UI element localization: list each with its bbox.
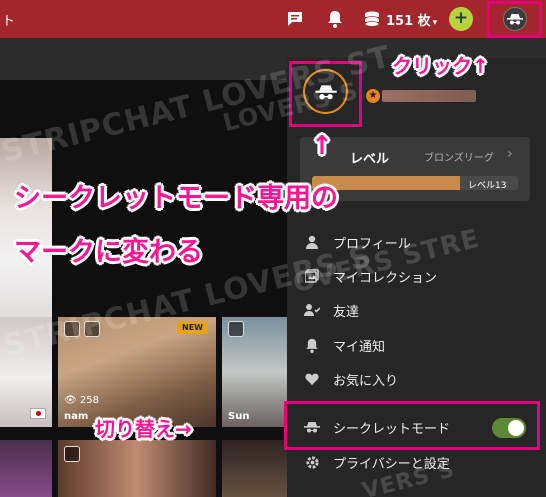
- menu-item-label: マイ通知: [333, 339, 386, 355]
- chevron-right-icon: ›: [507, 146, 513, 162]
- token-balance[interactable]: 151 枚 ▾: [386, 10, 437, 29]
- viewer-count: 👁 258: [64, 395, 99, 406]
- gear-icon: [303, 453, 321, 471]
- stream-thumbnail[interactable]: [0, 440, 52, 497]
- annotation-arrow-up: ↑: [311, 131, 333, 161]
- chat-icon[interactable]: [285, 9, 305, 29]
- level-label: レベル: [350, 152, 390, 167]
- user-icon: [303, 233, 321, 251]
- hd-icon: [228, 321, 244, 337]
- annotation-mark-line1: シークレットモード専用の: [14, 183, 338, 214]
- bell-icon[interactable]: [325, 9, 345, 29]
- model-name: Sun: [228, 411, 250, 422]
- hd-icon: [64, 446, 80, 462]
- menu-item-favorites[interactable]: お気に入り: [303, 367, 398, 391]
- coins-icon: [362, 9, 382, 29]
- new-badge: NEW: [177, 321, 208, 334]
- menu-item-notifications[interactable]: マイ通知: [303, 333, 385, 357]
- stream-thumbnail[interactable]: [222, 440, 287, 497]
- username-blurred: [382, 90, 476, 102]
- chevron-down-icon: ▾: [432, 18, 438, 28]
- buy-tokens-button[interactable]: +: [449, 7, 473, 31]
- stream-thumbnail[interactable]: [58, 440, 216, 497]
- annotation-switch: 切り替え→: [95, 417, 192, 441]
- flag-icon: [30, 408, 46, 419]
- menu-item-friends[interactable]: 友達: [303, 298, 359, 322]
- menu-item-label: お気に入り: [333, 373, 399, 389]
- league-name: ブロンズリーグ: [424, 153, 494, 164]
- avatar-highlight-box: [487, 1, 542, 38]
- bell-icon: [303, 336, 321, 354]
- annotation-mark-line2: マークに変わる: [14, 237, 203, 268]
- level-progress-text: レベル13: [468, 181, 507, 191]
- site-title-fragment: ト: [2, 14, 16, 29]
- incognito-highlight-box: [284, 401, 540, 450]
- menu-item-label: 友達: [333, 304, 360, 320]
- star-icon: ★: [366, 89, 380, 103]
- annotation-click: クリック↑: [392, 54, 489, 78]
- heart-icon: [303, 370, 321, 388]
- stream-thumbnail[interactable]: Sun: [222, 317, 287, 427]
- model-name: nam: [64, 411, 89, 422]
- friends-icon: [303, 301, 321, 319]
